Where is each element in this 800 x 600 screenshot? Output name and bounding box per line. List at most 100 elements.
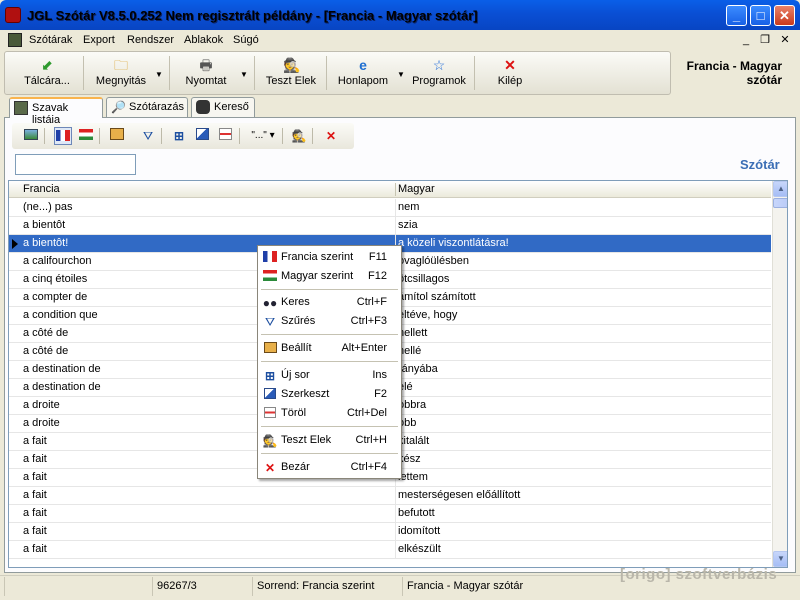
cell-magyar[interactable]: nem bbox=[398, 201, 768, 213]
cell-francia[interactable]: a fait bbox=[23, 489, 393, 501]
honlapom-button[interactable]: e Honlapom bbox=[331, 53, 395, 93]
toolbar-separator bbox=[326, 56, 327, 90]
cell-magyar[interactable]: nellett bbox=[398, 327, 768, 339]
table-row[interactable]: (ne...) pas nem bbox=[9, 199, 771, 217]
scroll-down-button[interactable]: ▼ bbox=[773, 551, 787, 567]
tab-szavak-listaja[interactable]: Szavak listája bbox=[9, 97, 103, 126]
close-icon: ✕ bbox=[264, 461, 276, 475]
hungarian-flag-icon[interactable] bbox=[77, 127, 95, 145]
kilep-button[interactable]: ✕ Kilép bbox=[480, 53, 540, 93]
column-divider bbox=[395, 541, 396, 559]
toolbar-separator bbox=[83, 56, 84, 90]
mdi-minimize-button[interactable]: _ bbox=[738, 33, 754, 47]
maximize-button[interactable]: □ bbox=[750, 5, 771, 26]
menu-item-label: Magyar szerint bbox=[281, 270, 354, 282]
status-count: 96267/3 bbox=[152, 577, 252, 596]
table-row[interactable]: a fait elkészült bbox=[9, 541, 771, 559]
teszt-elek-button[interactable]: 🕵 Teszt Elek bbox=[259, 53, 323, 93]
cell-magyar[interactable]: mesterségesen előállított bbox=[398, 489, 768, 501]
close-window-button[interactable]: ✕ bbox=[774, 5, 795, 26]
table-row[interactable]: a fait mesterségesen előállított bbox=[9, 487, 771, 505]
context-menu-item-sz-r-s[interactable]: ⛛ Szűrés Ctrl+F3 bbox=[258, 312, 401, 332]
column-header-francia[interactable]: Francia bbox=[23, 183, 60, 195]
cell-magyar[interactable]: a közeli viszontlátásra! bbox=[398, 237, 768, 249]
cell-magyar[interactable]: befutott bbox=[398, 507, 768, 519]
search-input[interactable] bbox=[15, 154, 136, 175]
menu-ablakok[interactable]: Ablakok bbox=[184, 34, 223, 46]
nyomtat-dropdown-arrow-icon[interactable]: ▼ bbox=[240, 70, 248, 79]
cell-magyar[interactable]: ovaglóülésben bbox=[398, 255, 768, 267]
tab-kereso[interactable]: Kereső bbox=[191, 97, 255, 117]
tab-szotarazas[interactable]: 🔎 Szótárazás bbox=[106, 97, 188, 117]
french-flag-icon[interactable] bbox=[54, 127, 72, 145]
binoculars-icon bbox=[196, 100, 210, 114]
scroll-up-button[interactable]: ▲ bbox=[773, 181, 787, 197]
cell-magyar[interactable]: elé bbox=[398, 381, 768, 393]
cell-magyar[interactable]: elkészült bbox=[398, 543, 768, 555]
menu-item-label: Új sor bbox=[281, 369, 310, 381]
column-header-magyar[interactable]: Magyar bbox=[398, 183, 435, 195]
megnyitas-dropdown-arrow-icon[interactable]: ▼ bbox=[155, 70, 163, 79]
menu-rendszer[interactable]: Rendszer bbox=[127, 34, 174, 46]
cell-francia[interactable]: a fait bbox=[23, 525, 393, 537]
cell-magyar[interactable]: obbra bbox=[398, 399, 768, 411]
quotes-dropdown-icon[interactable]: "..." ▾ bbox=[248, 127, 278, 145]
honlapom-dropdown-arrow-icon[interactable]: ▼ bbox=[397, 70, 405, 79]
context-menu-item-be-ll-t[interactable]: Beállít Alt+Enter bbox=[258, 339, 401, 359]
menu-export[interactable]: Export bbox=[83, 34, 115, 46]
table-row[interactable]: a bientôt szia bbox=[9, 217, 771, 235]
cell-magyar[interactable]: ámítol számított bbox=[398, 291, 768, 303]
talcara-button[interactable]: ⬋ Tálcára... bbox=[14, 53, 80, 93]
minimize-button[interactable]: _ bbox=[726, 5, 747, 26]
menu-sugo[interactable]: Súgó bbox=[233, 34, 259, 46]
vertical-scrollbar[interactable]: ▲ ▼ bbox=[772, 181, 787, 567]
cell-francia[interactable]: a bientôt bbox=[23, 219, 393, 231]
cell-magyar[interactable]: kitalált bbox=[398, 435, 768, 447]
delete-row-icon[interactable] bbox=[216, 127, 234, 145]
cell-francia[interactable]: (ne...) pas bbox=[23, 201, 393, 213]
column-separator[interactable] bbox=[395, 183, 396, 196]
context-menu-item-keres[interactable]: ●● Keres Ctrl+F bbox=[258, 293, 401, 313]
cell-magyar[interactable]: rányába bbox=[398, 363, 768, 375]
detective-icon[interactable]: 🕵 bbox=[290, 127, 308, 145]
cell-magyar[interactable]: lettem bbox=[398, 471, 768, 483]
table-row[interactable]: a fait befutott bbox=[9, 505, 771, 523]
cell-francia[interactable]: a fait bbox=[23, 543, 393, 555]
cell-francia[interactable]: a fait bbox=[23, 507, 393, 519]
edit-icon[interactable] bbox=[193, 127, 211, 145]
close-icon[interactable]: ✕ bbox=[322, 127, 340, 145]
filter-icon[interactable]: ⛛ bbox=[139, 127, 157, 145]
cell-magyar[interactable]: idomított bbox=[398, 525, 768, 537]
programok-button[interactable]: ☆ Programok bbox=[408, 53, 470, 93]
mdi-restore-button[interactable]: ❐ bbox=[757, 33, 773, 47]
cell-magyar[interactable]: szia bbox=[398, 219, 768, 231]
document-icon[interactable] bbox=[8, 33, 22, 47]
context-menu-item-teszt-elek[interactable]: 🕵 Teszt Elek Ctrl+H bbox=[258, 431, 401, 451]
scroll-thumb[interactable] bbox=[773, 198, 787, 208]
new-row-icon[interactable]: ⊞ bbox=[170, 127, 188, 145]
context-menu-item-francia-szerint[interactable]: Francia szerint F11 bbox=[258, 248, 401, 268]
image-icon[interactable] bbox=[22, 127, 40, 145]
tab-kereso-label: Kereső bbox=[214, 101, 249, 113]
mdi-close-button[interactable]: ✕ bbox=[777, 33, 793, 47]
cell-magyar[interactable]: eltéve, hogy bbox=[398, 309, 768, 321]
cell-magyar[interactable]: nellé bbox=[398, 345, 768, 357]
nyomtat-button[interactable]: 🖶 Nyomtat bbox=[174, 53, 238, 93]
menu-separator bbox=[261, 334, 398, 335]
menu-szotarak[interactable]: Szótárak bbox=[29, 34, 72, 46]
context-menu-item-magyar-szerint[interactable]: Magyar szerint F12 bbox=[258, 267, 401, 287]
column-divider bbox=[395, 505, 396, 523]
context-menu-item-bez-r[interactable]: ✕ Bezár Ctrl+F4 bbox=[258, 458, 401, 478]
app-icon[interactable] bbox=[5, 7, 21, 23]
cell-magyar[interactable]: obb bbox=[398, 417, 768, 429]
context-menu-item-t-r-l[interactable]: Töröl Ctrl+Del bbox=[258, 404, 401, 424]
cell-magyar[interactable]: kész bbox=[398, 453, 768, 465]
context-menu-item--j-sor[interactable]: ⊞ Új sor Ins bbox=[258, 366, 401, 386]
status-dictionary: Francia - Magyar szótár bbox=[402, 577, 612, 596]
megnyitas-button[interactable]: 🗀 Megnyitás bbox=[88, 53, 154, 93]
table-row[interactable]: a fait idomított bbox=[9, 523, 771, 541]
kilep-label: Kilép bbox=[497, 75, 523, 87]
settings-icon[interactable] bbox=[108, 127, 126, 145]
context-menu-item-szerkeszt[interactable]: Szerkeszt F2 bbox=[258, 385, 401, 405]
cell-magyar[interactable]: ötcsillagos bbox=[398, 273, 768, 285]
